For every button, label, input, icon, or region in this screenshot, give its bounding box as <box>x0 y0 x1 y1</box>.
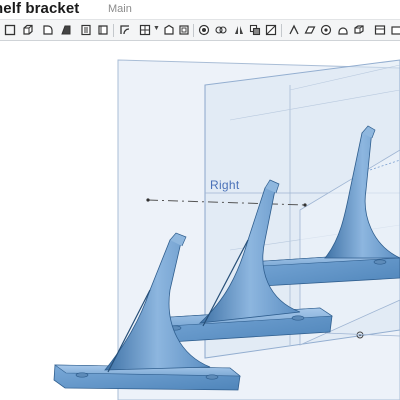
wrap-icon[interactable] <box>336 23 350 37</box>
document-title[interactable]: helf bracket <box>0 0 79 17</box>
hole-icon[interactable] <box>197 23 211 37</box>
loft-icon[interactable] <box>79 23 93 37</box>
mirror-icon[interactable] <box>232 23 246 37</box>
feature-toolbar: ▼ <box>0 19 400 41</box>
overflow-menu-icon[interactable] <box>373 23 387 37</box>
sweep-icon[interactable] <box>59 23 73 37</box>
boolean-icon[interactable] <box>248 23 262 37</box>
revolve-icon[interactable] <box>41 23 55 37</box>
thicken-icon[interactable] <box>96 23 110 37</box>
transform-icon[interactable] <box>287 23 301 37</box>
right-plane-label[interactable]: Right <box>210 178 240 192</box>
sketch-icon[interactable] <box>3 23 17 37</box>
chevron-down-icon[interactable]: ▼ <box>153 25 160 32</box>
mate-connector-icon[interactable] <box>319 23 333 37</box>
workspace-name[interactable]: Main <box>108 3 132 15</box>
pattern-icon[interactable] <box>214 23 228 37</box>
model-canvas[interactable] <box>0 41 400 400</box>
chamfer-icon[interactable] <box>138 23 152 37</box>
more-tools-icon[interactable] <box>390 23 400 37</box>
delete-part-icon[interactable] <box>352 23 366 37</box>
plane-icon[interactable] <box>303 23 317 37</box>
graphics-viewport[interactable]: Right <box>0 41 400 400</box>
title-bar: helf bracket Main <box>0 0 400 19</box>
shell-icon[interactable] <box>177 23 191 37</box>
fillet-icon[interactable] <box>118 23 132 37</box>
draft-icon[interactable] <box>162 23 176 37</box>
split-icon[interactable] <box>264 23 278 37</box>
extrude-icon[interactable] <box>21 23 35 37</box>
